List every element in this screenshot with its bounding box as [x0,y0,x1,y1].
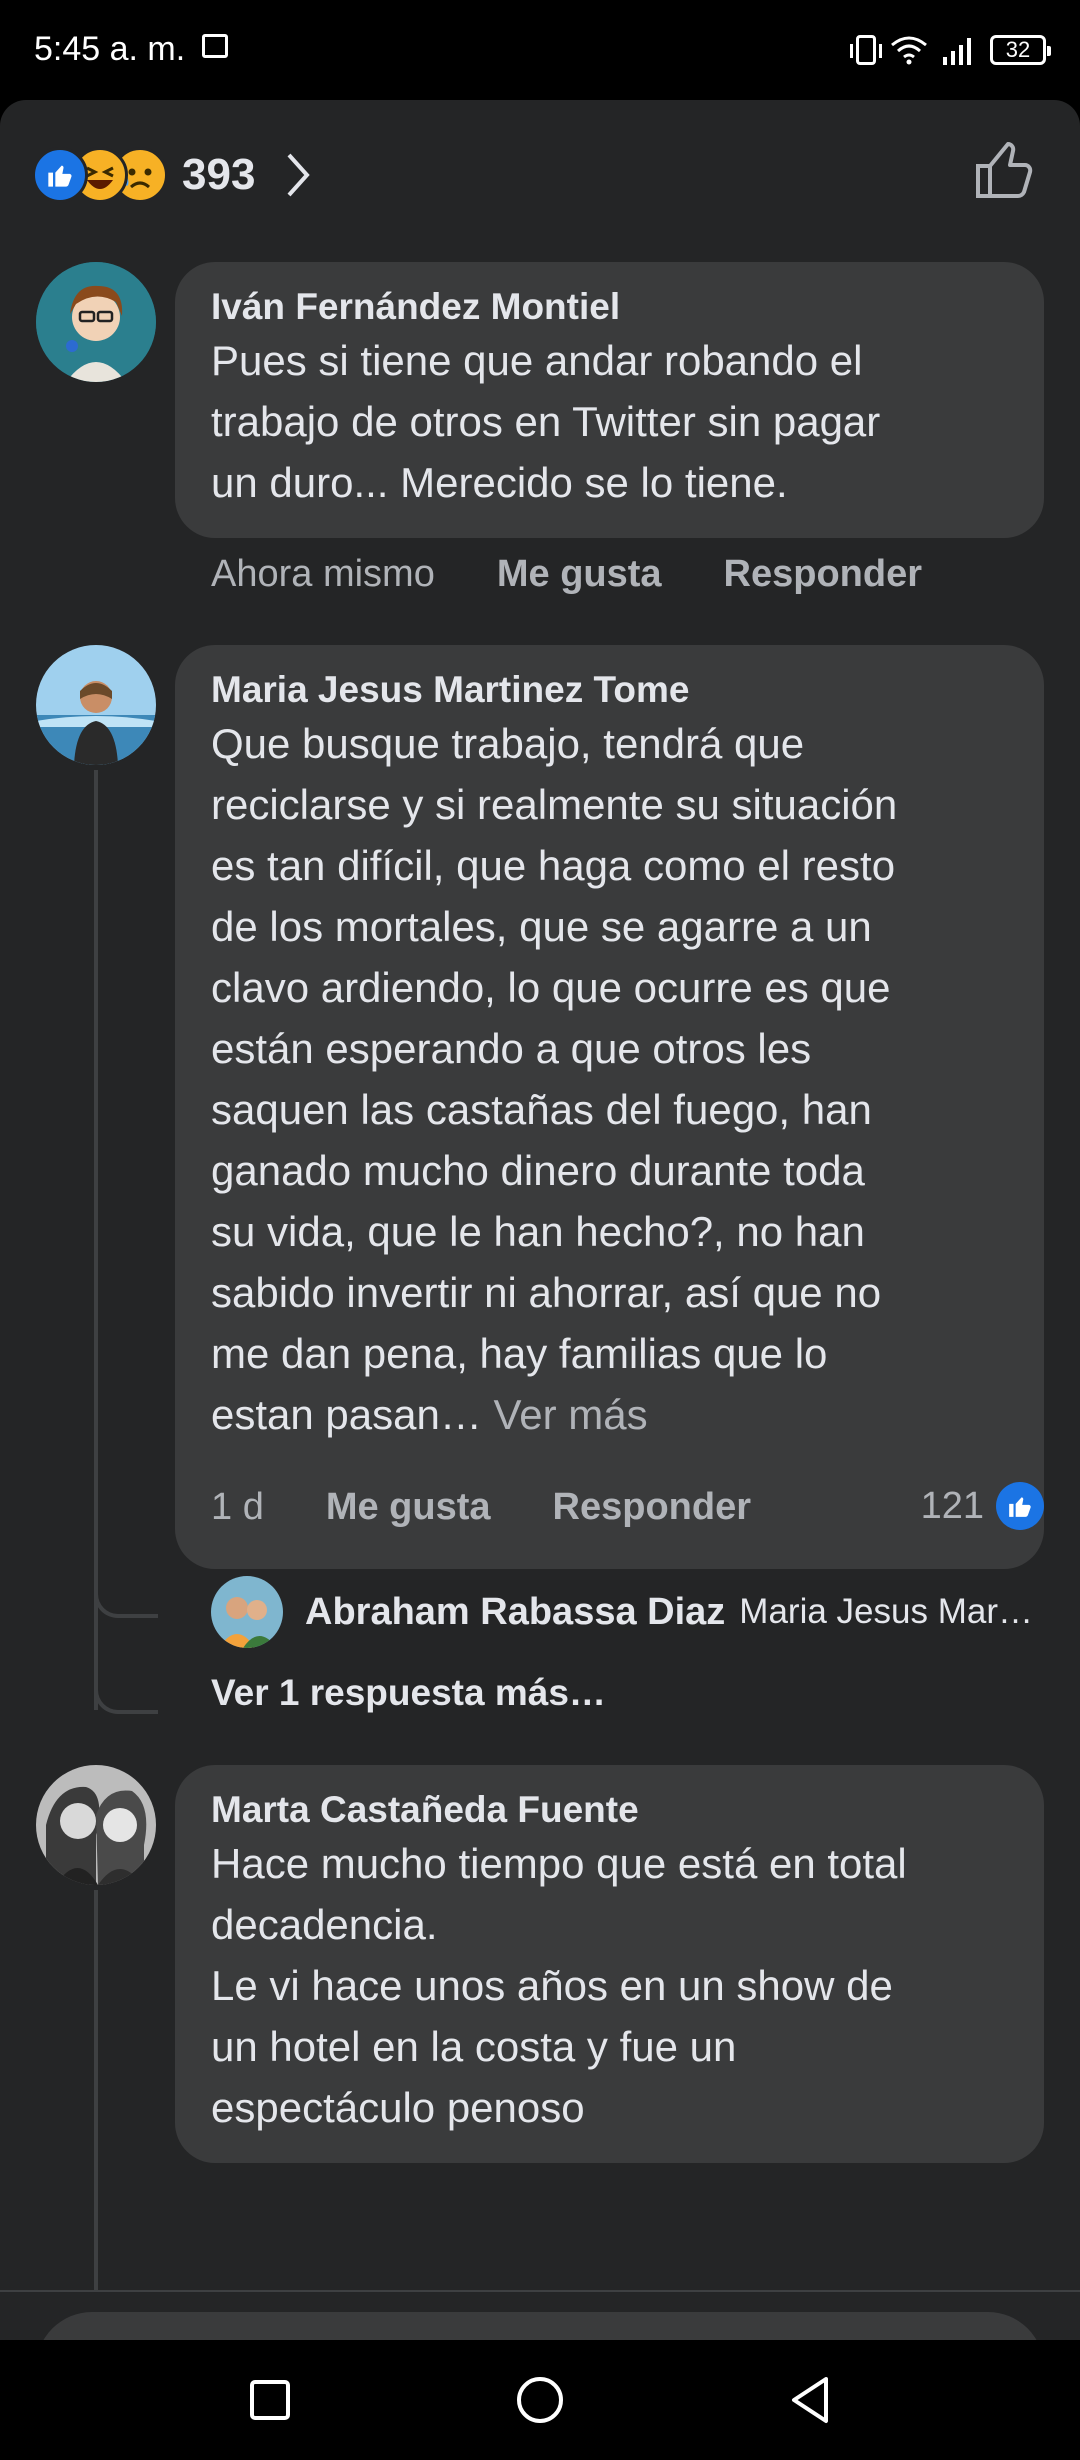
comment-bubble[interactable]: Iván Fernández Montiel Pues si tiene que… [175,262,1044,538]
comment-like-count[interactable]: 121 [921,1482,1044,1530]
comment-line: están esperando a que otros les [211,1025,812,1072]
reply-preview[interactable]: Abraham Rabassa Diaz Maria Jesus Martine… [211,1576,1041,1648]
comment-line: espectáculo penoso [211,2084,585,2131]
like-reaction-icon [996,1482,1044,1530]
comment-line: su vida, que le han hecho?, no han [211,1208,865,1255]
gallery-notification-icon [202,34,228,58]
comment-line: Pues si tiene que andar robando el [211,337,863,384]
comments-sheet: 393 Iván Fernández Montiel Pues si tiene… [0,100,1080,2340]
comment-actions: Ahora mismo Me gusta Responder [211,553,922,596]
avatar-ivan[interactable] [36,262,156,382]
thread-line [94,770,98,1710]
like-count-value: 121 [920,1484,984,1527]
comment-text: Pues si tiene que andar robando el traba… [211,330,1008,513]
comment-text: Hace mucho tiempo que está en total deca… [211,1833,1008,2138]
vibrate-icon [850,35,882,65]
see-more-link[interactable]: Ver más [494,1391,648,1438]
comment-line: un hotel en la costa y fue un [211,2023,737,2070]
system-navigation-bar [0,2340,1080,2460]
home-button[interactable] [512,2372,568,2428]
comment-line: sabido invertir ni ahorrar, así que no [211,1269,882,1316]
chevron-right-icon[interactable] [283,151,313,199]
avatar-photo [36,1765,156,1885]
battery-level: 32 [1005,37,1031,62]
truncated-text: estan pasan… [211,1391,482,1438]
reaction-count: 393 [182,150,256,199]
comment-bubble[interactable]: Marta Castañeda Fuente Hace mucho tiempo… [175,1765,1044,2163]
comment-text: Que busque trabajo, tendrá que reciclars… [211,713,1008,1445]
comment-author[interactable]: Iván Fernández Montiel [211,284,1008,330]
comment-line: clavo ardiendo, lo que ocurre es que [211,964,891,1011]
thread-connector [94,1670,158,1714]
recents-button[interactable] [242,2372,298,2428]
comment-author[interactable]: Marta Castañeda Fuente [211,1787,1008,1833]
circle-icon [517,2377,563,2423]
comment-line-last: estan pasan… Ver más [211,1384,1008,1445]
status-time: 5:45 a. m. [34,30,186,68]
avatar-illustration [36,262,156,382]
avatar-marta[interactable] [36,1765,156,1885]
comment-line: ganado mucho dinero durante toda [211,1147,865,1194]
avatar-photo [211,1576,283,1648]
square-icon [250,2380,290,2420]
status-bar: 5:45 a. m. 32 [0,0,1080,100]
reactions-summary[interactable]: 393 [32,140,313,210]
reply-snippet: Maria Jesus Martinez Tome [739,1592,1041,1631]
comment-actions: 1 d Me gusta Responder [211,1486,751,1529]
status-icons: 32 [850,28,1051,72]
triangle-back-icon [792,2377,828,2423]
view-more-replies-link[interactable]: Ver 1 respuesta más… [211,1672,606,1714]
reply-button[interactable]: Responder [724,553,922,596]
comment-line: es tan difícil, que haga como el resto [211,842,896,889]
thread-line [94,1890,98,2310]
comment-timestamp: 1 d [211,1486,264,1528]
like-reaction-icon [32,147,88,203]
reply-button[interactable]: Responder [553,1486,751,1529]
like-button-icon[interactable] [972,138,1036,202]
comment-line: saquen las castañas del fuego, han [211,1086,872,1133]
comment-line: Que busque trabajo, tendrá que [211,720,805,767]
back-button[interactable] [782,2372,838,2428]
wifi-icon [891,36,927,65]
comment-line: trabajo de otros en Twitter sin pagar [211,398,881,445]
avatar-maria[interactable] [36,645,156,765]
comment-input[interactable] [36,2312,1044,2340]
like-comment-button[interactable]: Me gusta [497,553,662,596]
signal-icon [943,38,971,65]
comment-author[interactable]: Maria Jesus Martinez Tome [211,667,1008,713]
reply-author[interactable]: Abraham Rabassa Diaz [305,1591,725,1634]
comment-bubble[interactable]: Maria Jesus Martinez Tome Que busque tra… [175,645,1044,1569]
comment-line: Le vi hace unos años en un show de [211,1962,893,2009]
comment-line: Hace mucho tiempo que está en total [211,1840,907,1887]
comment-line: decadencia. [211,1901,438,1948]
comment-timestamp: Ahora mismo [211,553,435,595]
comment-composer [0,2290,1080,2340]
avatar-abraham[interactable] [211,1576,283,1648]
comment-line: me dan pena, hay familias que lo [211,1330,828,1377]
comment-line: un duro... Merecido se lo tiene. [211,459,788,506]
comment-line: reciclarse y si realmente su situación [211,781,898,828]
comment-line: de los mortales, que se agarre a un [211,903,872,950]
thread-connector [94,1574,158,1618]
avatar-photo [36,645,156,765]
like-comment-button[interactable]: Me gusta [326,1486,491,1529]
battery-icon: 32 [990,35,1051,65]
